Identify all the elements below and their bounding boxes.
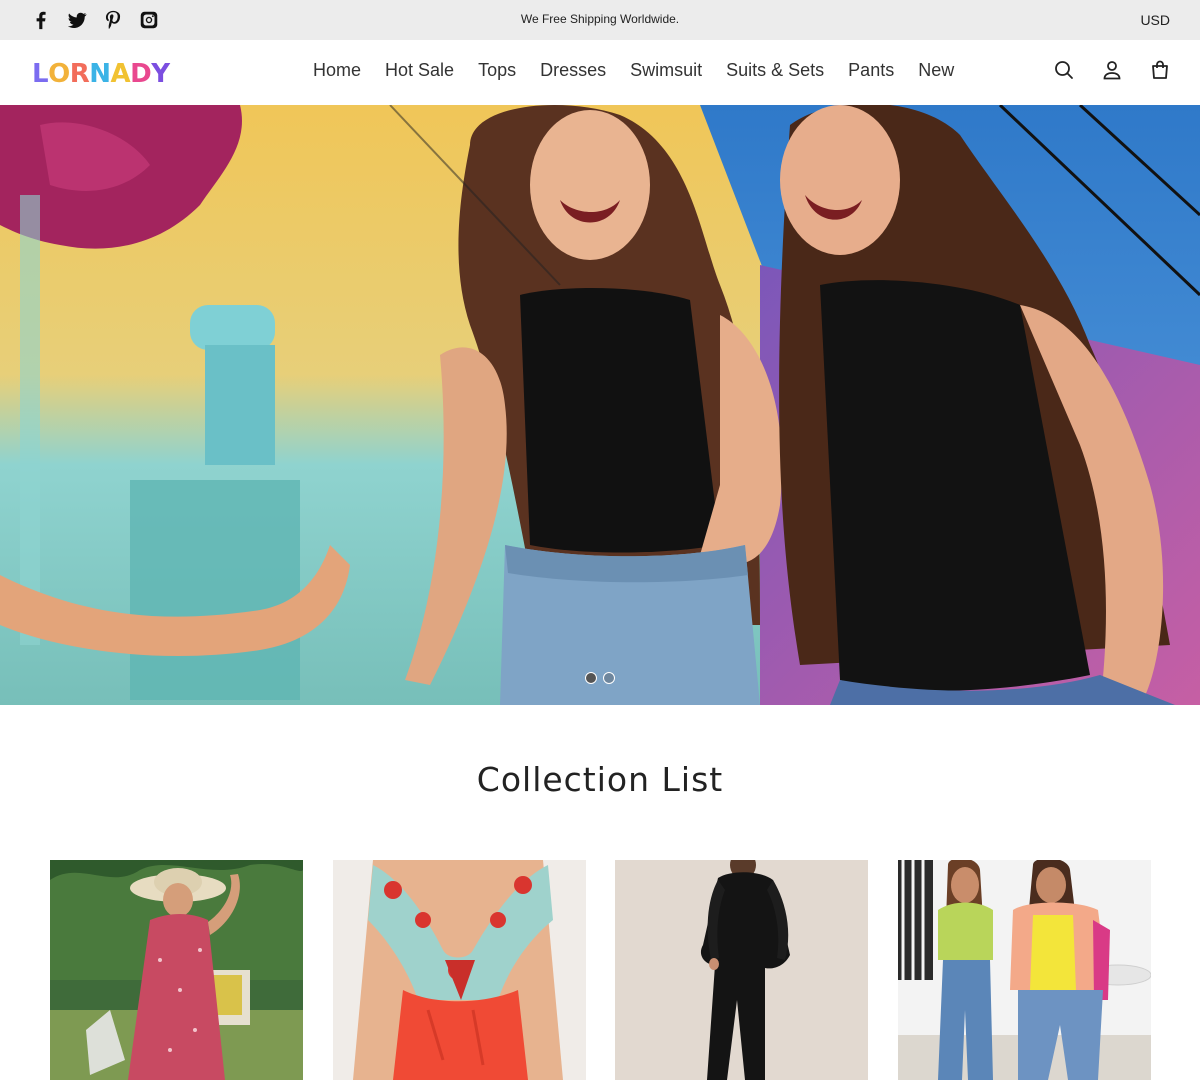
shipping-announcement: We Free Shipping Worldwide. xyxy=(520,12,680,26)
logo-letter: L xyxy=(32,59,49,89)
collection-title: Collection List xyxy=(476,760,724,799)
nav-item-suits-sets[interactable]: Suits & Sets xyxy=(726,60,824,81)
currency-selector[interactable]: USD xyxy=(1140,12,1170,28)
store-logo[interactable]: LORNADY xyxy=(32,60,172,88)
collection-grid xyxy=(50,860,1180,1080)
nav-item-pants[interactable]: Pants xyxy=(848,60,894,81)
tops-collection-image xyxy=(897,860,1151,1080)
hero-banner[interactable] xyxy=(0,105,1200,705)
account-icon[interactable] xyxy=(1100,58,1124,82)
announcement-bar: We Free Shipping Worldwide. USD xyxy=(0,0,1200,40)
logo-letter: O xyxy=(48,59,70,89)
search-icon[interactable] xyxy=(1052,58,1076,82)
nav-item-swimsuit[interactable]: Swimsuit xyxy=(630,60,702,81)
slideshow-dots xyxy=(585,672,615,684)
swimsuit-collection-image xyxy=(332,860,586,1080)
header-icons xyxy=(1028,58,1172,82)
slide-dot-1[interactable] xyxy=(585,672,597,684)
jumpsuit-collection-image xyxy=(615,860,868,1080)
collection-card-tops[interactable] xyxy=(897,860,1151,1080)
logo-letter: A xyxy=(110,59,131,89)
nav-item-hot-sale[interactable]: Hot Sale xyxy=(385,60,454,81)
slide-dot-2[interactable] xyxy=(603,672,615,684)
nav-item-new[interactable]: New xyxy=(918,60,954,81)
nav-item-tops[interactable]: Tops xyxy=(478,60,516,81)
cart-icon[interactable] xyxy=(1148,58,1172,82)
dress-collection-image xyxy=(50,860,303,1080)
nav-item-home[interactable]: Home xyxy=(313,60,361,81)
nav-item-dresses[interactable]: Dresses xyxy=(540,60,606,81)
main-nav: Home Hot Sale Tops Dresses Swimsuit Suits & S… xyxy=(301,60,966,81)
collection-card-swimsuit[interactable] xyxy=(332,860,586,1080)
collection-card-jumpsuit[interactable] xyxy=(615,860,868,1080)
logo-letter: R xyxy=(69,59,90,89)
logo-letter: Y xyxy=(151,59,170,89)
logo-letter: D xyxy=(130,59,152,89)
hero-image xyxy=(0,105,1200,705)
site-header: LORNADY Home Hot Sale Tops Dresses Swimsuit S… xyxy=(0,40,1200,105)
logo-letter: N xyxy=(89,59,111,89)
collection-card-dresses[interactable] xyxy=(50,860,303,1080)
